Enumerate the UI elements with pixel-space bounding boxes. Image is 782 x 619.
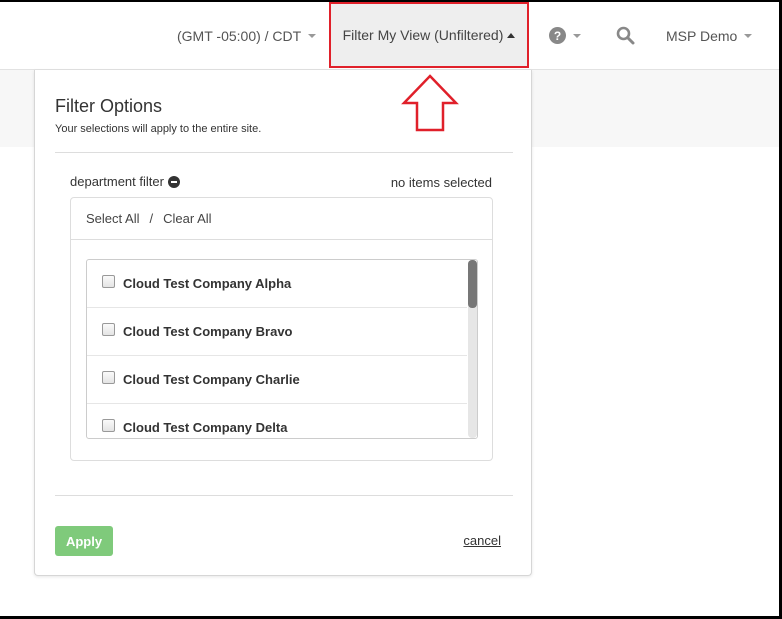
apply-button[interactable]: Apply [55, 526, 113, 556]
department-list-items: Cloud Test Company Alpha Cloud Test Comp… [87, 260, 467, 438]
search-button[interactable] [616, 2, 635, 69]
filter-status: no items selected [390, 175, 492, 190]
cancel-link[interactable]: cancel [463, 533, 501, 548]
panel-title: Filter Options [55, 96, 163, 116]
list-item[interactable]: Cloud Test Company Charlie [87, 356, 467, 404]
divider [55, 495, 513, 496]
list-item-label: Cloud Test Company Delta [123, 420, 288, 435]
divider [55, 152, 513, 153]
select-clear-row: Select All / Clear All [71, 198, 492, 240]
list-item-label: Cloud Test Company Bravo [123, 324, 293, 339]
filter-my-view-dropdown[interactable]: Filter My View (Unfiltered) [329, 2, 529, 68]
department-filter-label: department filter [70, 174, 180, 189]
caret-down-icon [573, 33, 581, 38]
app-frame: (GMT -05:00) / CDT Filter My View (Unfil… [0, 2, 779, 616]
user-menu-dropdown[interactable]: MSP Demo [666, 2, 753, 69]
list-item-label: Cloud Test Company Alpha [123, 276, 292, 291]
checkbox[interactable] [102, 371, 115, 384]
annotation-arrow-up-icon [401, 74, 459, 132]
caret-down-icon [308, 33, 317, 38]
list-item-label: Cloud Test Company Charlie [123, 372, 300, 387]
caret-down-icon [744, 33, 753, 38]
department-list[interactable]: Cloud Test Company Alpha Cloud Test Comp… [86, 259, 478, 439]
separator: / [149, 211, 154, 226]
department-filter-box: Select All / Clear All Cloud Test Compan… [70, 197, 493, 461]
list-item[interactable]: Cloud Test Company Bravo [87, 308, 467, 356]
question-circle-icon: ? [549, 27, 566, 44]
minus-circle-icon[interactable] [167, 175, 180, 188]
list-item[interactable]: Cloud Test Company Alpha [87, 260, 467, 308]
filter-name: department filter [70, 174, 164, 189]
filter-options-panel: Filter Options Your selections will appl… [34, 70, 532, 576]
checkbox[interactable] [102, 419, 115, 432]
filter-my-view-label: Filter My View (Unfiltered) [342, 27, 504, 43]
select-all-link[interactable]: Select All [86, 211, 139, 226]
panel-subtitle: Your selections will apply to the entire… [55, 123, 262, 135]
timezone-label: (GMT -05:00) / CDT [177, 27, 302, 44]
list-scrollbar[interactable] [468, 260, 477, 438]
user-name: MSP Demo [666, 27, 738, 44]
search-icon [616, 26, 635, 45]
scrollbar-thumb[interactable] [468, 260, 477, 308]
checkbox[interactable] [102, 275, 115, 288]
top-navbar: (GMT -05:00) / CDT Filter My View (Unfil… [0, 2, 779, 70]
checkbox[interactable] [102, 323, 115, 336]
clear-all-link[interactable]: Clear All [163, 211, 211, 226]
help-dropdown[interactable]: ? [549, 2, 581, 69]
timezone-dropdown[interactable]: (GMT -05:00) / CDT [177, 2, 317, 69]
caret-up-icon [507, 32, 516, 38]
list-item[interactable]: Cloud Test Company Delta [87, 404, 467, 438]
